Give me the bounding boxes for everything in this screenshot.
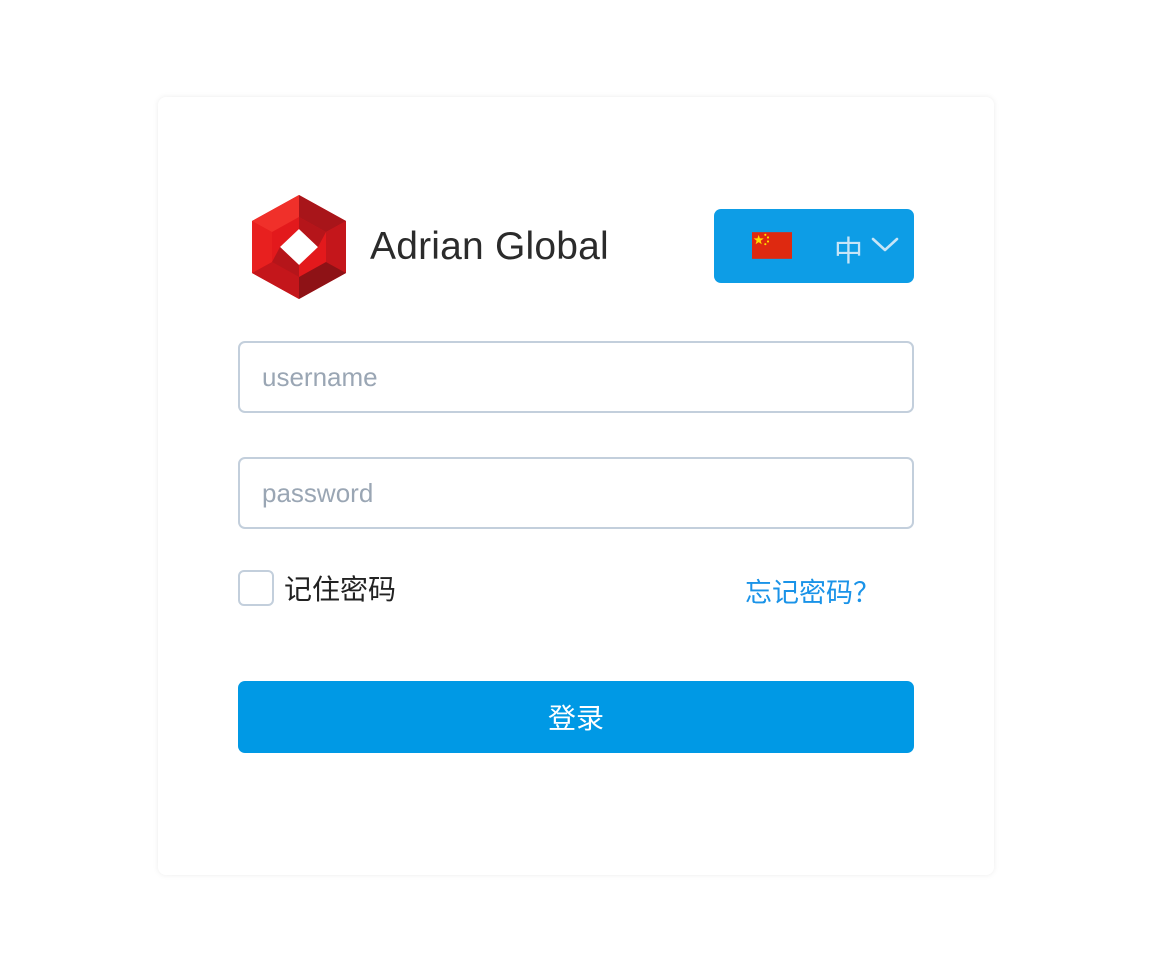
china-flag-icon: [752, 232, 792, 259]
brand-name: Adrian Global: [370, 225, 609, 268]
brand-logo: Adrian Global: [252, 195, 609, 299]
password-field: [238, 457, 914, 529]
login-card: Adrian Global 中 记住密码 忘记密码？ 登录: [158, 97, 994, 875]
username-input[interactable]: [240, 343, 912, 411]
login-button[interactable]: 登录: [238, 681, 914, 753]
language-selector[interactable]: 中: [714, 209, 914, 283]
username-field: [238, 341, 914, 413]
chevron-down-icon: [871, 237, 899, 252]
current-language: 中: [834, 234, 864, 268]
remember-checkbox[interactable]: [238, 570, 274, 606]
remember-label: 记住密码: [284, 573, 397, 606]
forgot-password-link[interactable]: 忘记密码？: [745, 571, 880, 610]
password-input[interactable]: [240, 459, 912, 527]
hexagon-logo-icon: [252, 195, 346, 299]
remember-password[interactable]: 记住密码: [238, 568, 396, 608]
